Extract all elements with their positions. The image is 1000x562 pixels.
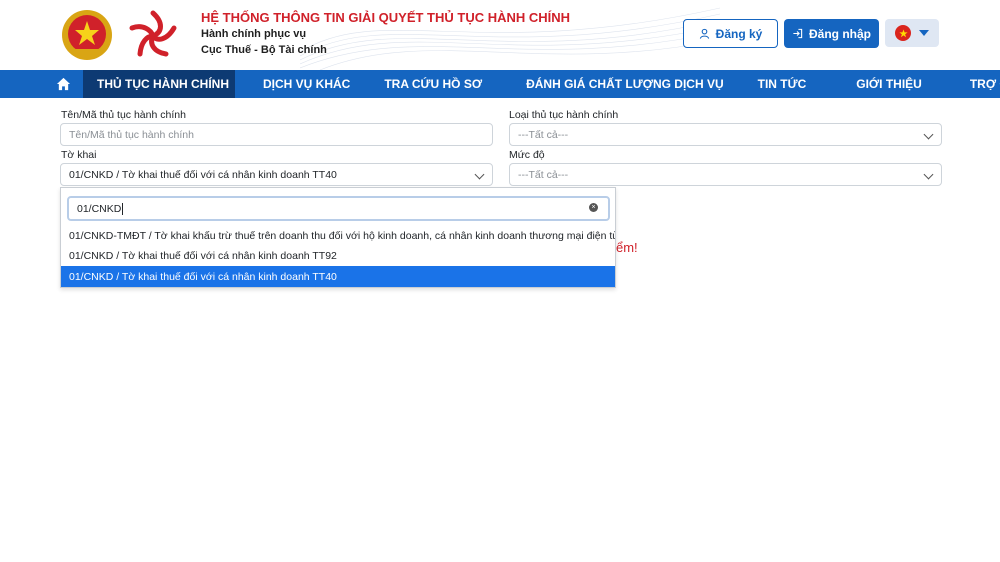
national-emblem-icon	[62, 10, 112, 60]
dropdown-search-value: 01/CNKD	[77, 202, 122, 215]
nav-item-lookup[interactable]: TRA CỨU HỒ SƠ	[378, 70, 488, 98]
chevron-down-icon	[474, 169, 485, 180]
vietnam-flag-icon	[895, 25, 911, 41]
register-button[interactable]: Đăng ký	[683, 19, 778, 48]
message-text-partial: ểm!	[616, 240, 638, 255]
level-select[interactable]: ---Tất cả---	[509, 163, 942, 186]
chevron-down-icon	[923, 129, 934, 140]
main-navigation: THỦ TỤC HÀNH CHÍNH DỊCH VỤ KHÁC TRA CỨU …	[0, 70, 1000, 98]
procedure-type-select[interactable]: ---Tất cả---	[509, 123, 942, 146]
system-subtitle: Hành chính phục vụ	[201, 28, 307, 40]
user-icon	[699, 28, 709, 39]
dropdown-option[interactable]: 01/CNKD / Tờ khai thuế đối với cá nhân k…	[61, 245, 615, 266]
nav-item-about[interactable]: GIỚI THIỆU	[850, 70, 928, 98]
login-label: Đăng nhập	[809, 26, 871, 41]
clear-icon[interactable]: ×	[589, 203, 598, 212]
site-header: HỆ THỐNG THÔNG TIN GIẢI QUYẾT THỦ TỤC HÀ…	[0, 0, 1000, 70]
declaration-value: 01/CNKD / Tờ khai thuế đối với cá nhân k…	[69, 168, 337, 181]
nav-item-procedures[interactable]: THỦ TỤC HÀNH CHÍNH	[83, 70, 235, 98]
language-selector[interactable]	[885, 19, 939, 47]
declaration-dropdown: 01/CNKD × 01/CNKD-TMĐT / Tờ khai khấu tr…	[60, 187, 616, 288]
dropdown-search-input[interactable]: 01/CNKD ×	[67, 196, 610, 221]
caret-down-icon	[919, 30, 929, 36]
procedure-name-input[interactable]: Tên/Mã thủ tục hành chính	[60, 123, 493, 146]
procedure-name-label: Tên/Mã thủ tục hành chính	[61, 109, 186, 121]
chevron-down-icon	[923, 169, 934, 180]
text-cursor	[122, 202, 124, 215]
system-title: HỆ THỐNG THÔNG TIN GIẢI QUYẾT THỦ TỤC HÀ…	[201, 10, 571, 25]
home-button[interactable]	[56, 70, 71, 98]
dropdown-option[interactable]: 01/CNKD-TMĐT / Tờ khai khấu trừ thuế trê…	[61, 225, 615, 246]
declaration-label: Tờ khai	[61, 149, 97, 161]
service-logo-icon	[129, 10, 177, 57]
register-label: Đăng ký	[715, 26, 763, 41]
procedure-type-label: Loại thủ tục hành chính	[509, 109, 619, 121]
level-value: ---Tất cả---	[518, 168, 569, 181]
level-label: Mức độ	[509, 149, 545, 161]
dropdown-option-selected[interactable]: 01/CNKD / Tờ khai thuế đối với cá nhân k…	[61, 266, 615, 287]
sign-in-icon	[793, 28, 803, 39]
procedure-type-value: ---Tất cả---	[518, 128, 569, 141]
declaration-select[interactable]: 01/CNKD / Tờ khai thuế đối với cá nhân k…	[60, 163, 493, 186]
nav-item-service-rating[interactable]: ĐÁNH GIÁ CHẤT LƯỢNG DỊCH VỤ	[520, 70, 730, 98]
login-button[interactable]: Đăng nhập	[784, 19, 879, 48]
nav-item-help[interactable]: TRỢ GIÚP	[964, 70, 1000, 98]
procedure-name-placeholder: Tên/Mã thủ tục hành chính	[69, 128, 194, 141]
home-icon	[56, 77, 71, 91]
nav-item-news[interactable]: TIN TỨC	[752, 70, 813, 98]
nav-item-other-services[interactable]: DỊCH VỤ KHÁC	[257, 70, 356, 98]
agency-name: Cục Thuế - Bộ Tài chính	[201, 44, 327, 56]
